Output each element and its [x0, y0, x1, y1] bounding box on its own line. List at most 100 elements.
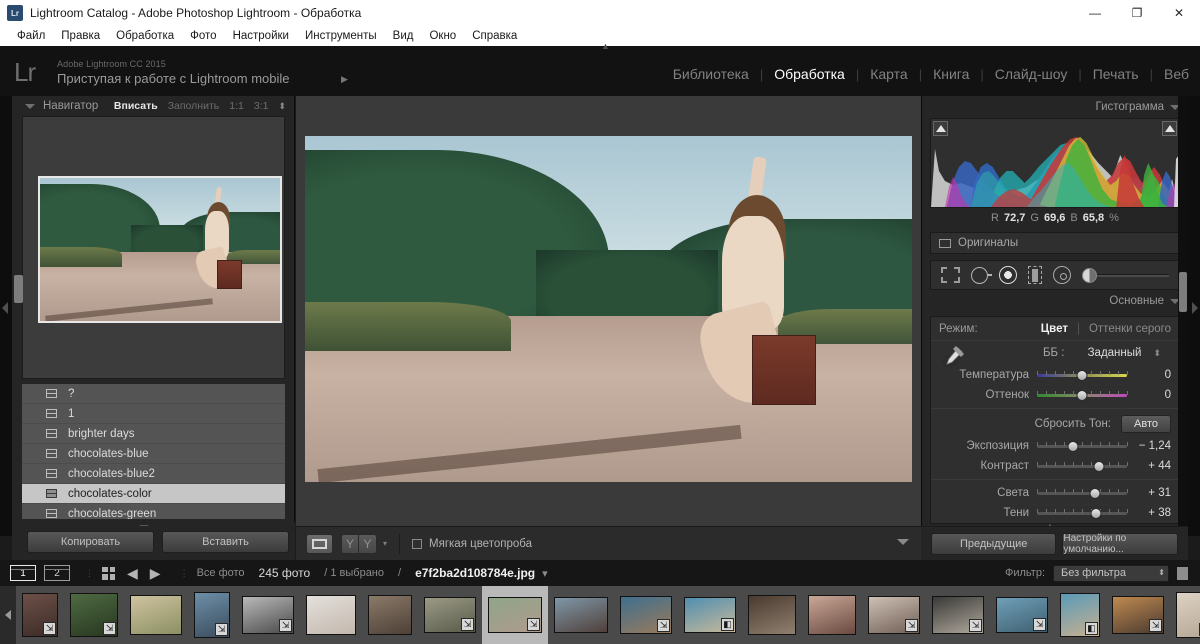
- preset-item[interactable]: chocolates-blue2: [22, 464, 285, 484]
- filmstrip-thumbnail[interactable]: ⇲: [64, 586, 124, 644]
- loupe-view-button[interactable]: [306, 533, 333, 554]
- slider-knob[interactable]: [1076, 369, 1088, 381]
- filmstrip-thumbnail[interactable]: [548, 586, 614, 644]
- slider-value[interactable]: 0: [1127, 389, 1171, 401]
- current-filename[interactable]: e7f2ba2d108784e.jpg: [415, 566, 535, 580]
- filmstrip-thumbnail[interactable]: ◧: [1054, 586, 1106, 644]
- filmstrip-thumbnail[interactable]: ⇲: [418, 586, 482, 644]
- right-panel-toggle[interactable]: [1188, 96, 1200, 536]
- paste-button[interactable]: Вставить: [162, 531, 289, 553]
- source-label[interactable]: Все фото: [197, 567, 245, 579]
- next-photo-arrow-icon[interactable]: ▶: [150, 565, 161, 582]
- module-книга[interactable]: Книга: [922, 66, 980, 82]
- slider-knob[interactable]: [1089, 487, 1101, 499]
- navigator-disclosure-icon[interactable]: [25, 103, 35, 109]
- zoom-level-3:1[interactable]: 3:1: [254, 100, 269, 112]
- white-balance-eyedropper-icon[interactable]: [940, 344, 966, 370]
- menu-item-4[interactable]: Настройки: [225, 28, 297, 44]
- previous-photo-arrow-icon[interactable]: ◀: [127, 565, 138, 582]
- histogram-header[interactable]: Гистограмма: [922, 96, 1188, 118]
- histogram[interactable]: [930, 118, 1180, 208]
- menu-item-1[interactable]: Правка: [53, 28, 108, 44]
- module-веб[interactable]: Веб: [1153, 66, 1200, 82]
- filmstrip-thumbnail[interactable]: ⇲: [614, 586, 678, 644]
- adjustment-brush-tool-icon[interactable]: [1082, 265, 1169, 285]
- right-panel-scroll-track[interactable]: [1178, 96, 1188, 536]
- before-after-button[interactable]: Y Y: [341, 533, 377, 554]
- module-слайд-шоу[interactable]: Слайд-шоу: [984, 66, 1079, 82]
- before-after-caret-icon[interactable]: ▾: [383, 539, 387, 548]
- originals-row[interactable]: Оригиналы: [930, 232, 1180, 254]
- slider-track[interactable]: [1037, 459, 1128, 473]
- filmstrip[interactable]: ⇲ ⇲ ⇲ ⇲ ⇲ ⇲ ⇲ ◧ ⇲ ⇲ ⇲ ◧ ⇲ ⇲: [0, 586, 1200, 644]
- slider-track[interactable]: [1037, 388, 1128, 402]
- previous-button[interactable]: Предыдущие: [931, 532, 1057, 555]
- restore-button[interactable]: ❐: [1116, 0, 1158, 26]
- menu-item-6[interactable]: Вид: [385, 28, 422, 44]
- close-button[interactable]: ✕: [1158, 0, 1200, 26]
- identity-play-arrow-icon[interactable]: ▶: [341, 74, 348, 85]
- identity-plate[interactable]: Adobe Lightroom CC 2015 Приступая к рабо…: [57, 59, 289, 86]
- preset-item[interactable]: chocolates-blue: [22, 444, 285, 464]
- filmstrip-thumbnail[interactable]: ◧: [678, 586, 742, 644]
- wb-stepper-icon[interactable]: ⬍: [1153, 348, 1161, 358]
- slider-knob[interactable]: [1076, 389, 1088, 401]
- copy-button[interactable]: Копировать: [27, 531, 154, 553]
- filmstrip-thumbnail[interactable]: [300, 586, 362, 644]
- slider-knob[interactable]: [1090, 507, 1102, 519]
- filmstrip-thumbnail[interactable]: [124, 586, 188, 644]
- menu-item-7[interactable]: Окно: [421, 28, 464, 44]
- spot-removal-tool-icon[interactable]: [971, 266, 992, 284]
- slider-value[interactable]: + 38: [1127, 507, 1171, 519]
- crop-tool-icon[interactable]: [941, 267, 960, 283]
- shadow-clipping-indicator[interactable]: [933, 121, 948, 136]
- slider-track[interactable]: [1037, 486, 1128, 500]
- filmstrip-thumbnail[interactable]: ⇲: [1106, 586, 1170, 644]
- filter-select[interactable]: Без фильтра ⬍: [1053, 564, 1169, 582]
- basic-panel-header[interactable]: Основные: [922, 290, 1188, 312]
- radial-filter-tool-icon[interactable]: [1053, 266, 1071, 284]
- auto-tone-button[interactable]: Авто: [1121, 415, 1171, 433]
- toolbar-collapse-icon[interactable]: [897, 539, 909, 545]
- navigator-header[interactable]: Навигатор Вписать Заполнить 1:1 3:1 ⬍: [12, 96, 294, 116]
- preset-item[interactable]: ?: [22, 384, 285, 404]
- filmstrip-thumbnail[interactable]: ⇲: [236, 586, 300, 644]
- highlight-clipping-indicator[interactable]: [1162, 121, 1177, 136]
- slider-track[interactable]: [1037, 506, 1128, 520]
- filmstrip-thumbnail[interactable]: ⇲: [862, 586, 926, 644]
- filmstrip-thumbnail[interactable]: [742, 586, 802, 644]
- filmstrip-thumbnail[interactable]: ⇲: [16, 586, 64, 644]
- top-panel-toggle-icon[interactable]: ▲: [601, 41, 610, 51]
- slider-track[interactable]: [1037, 439, 1128, 453]
- second-screen-button[interactable]: 2: [44, 565, 70, 581]
- filmstrip-thumbnail[interactable]: ⇲: [188, 586, 236, 644]
- minimize-button[interactable]: —: [1074, 0, 1116, 26]
- red-eye-tool-icon[interactable]: [999, 266, 1017, 284]
- slider-track[interactable]: [1037, 368, 1128, 382]
- slider-value[interactable]: − 1,24: [1127, 440, 1171, 452]
- reset-defaults-button[interactable]: Настройки по умолчанию...: [1062, 532, 1178, 555]
- preset-item[interactable]: brighter days: [22, 424, 285, 444]
- graduated-filter-tool-icon[interactable]: [1028, 266, 1042, 284]
- slider-value[interactable]: 0: [1127, 369, 1171, 381]
- navigator-preview[interactable]: [22, 116, 285, 379]
- module-печать[interactable]: Печать: [1082, 66, 1150, 82]
- loupe-photo[interactable]: [305, 136, 912, 482]
- preset-item[interactable]: 1: [22, 404, 285, 424]
- navigator-stepper-icon[interactable]: ⬍: [278, 101, 286, 111]
- left-panel-toggle[interactable]: [0, 96, 12, 536]
- menu-item-2[interactable]: Обработка: [108, 28, 182, 44]
- slider-knob[interactable]: [1093, 460, 1105, 472]
- menu-item-3[interactable]: Фото: [182, 28, 224, 44]
- main-screen-button[interactable]: 1: [10, 565, 36, 581]
- grid-view-icon[interactable]: [102, 566, 115, 580]
- filename-caret-icon[interactable]: ▾: [542, 567, 548, 580]
- preset-item[interactable]: chocolates-green: [22, 504, 285, 519]
- filmstrip-thumbnail[interactable]: ⇲: [990, 586, 1054, 644]
- filmstrip-thumbnail[interactable]: ⇲: [1170, 586, 1200, 644]
- preset-item[interactable]: chocolates-color: [22, 484, 285, 504]
- treatment-option[interactable]: Оттенки серого: [1089, 323, 1171, 335]
- treatment-option[interactable]: Цвет: [1041, 323, 1068, 335]
- slider-value[interactable]: + 31: [1127, 487, 1171, 499]
- module-обработка[interactable]: Обработка: [763, 66, 856, 82]
